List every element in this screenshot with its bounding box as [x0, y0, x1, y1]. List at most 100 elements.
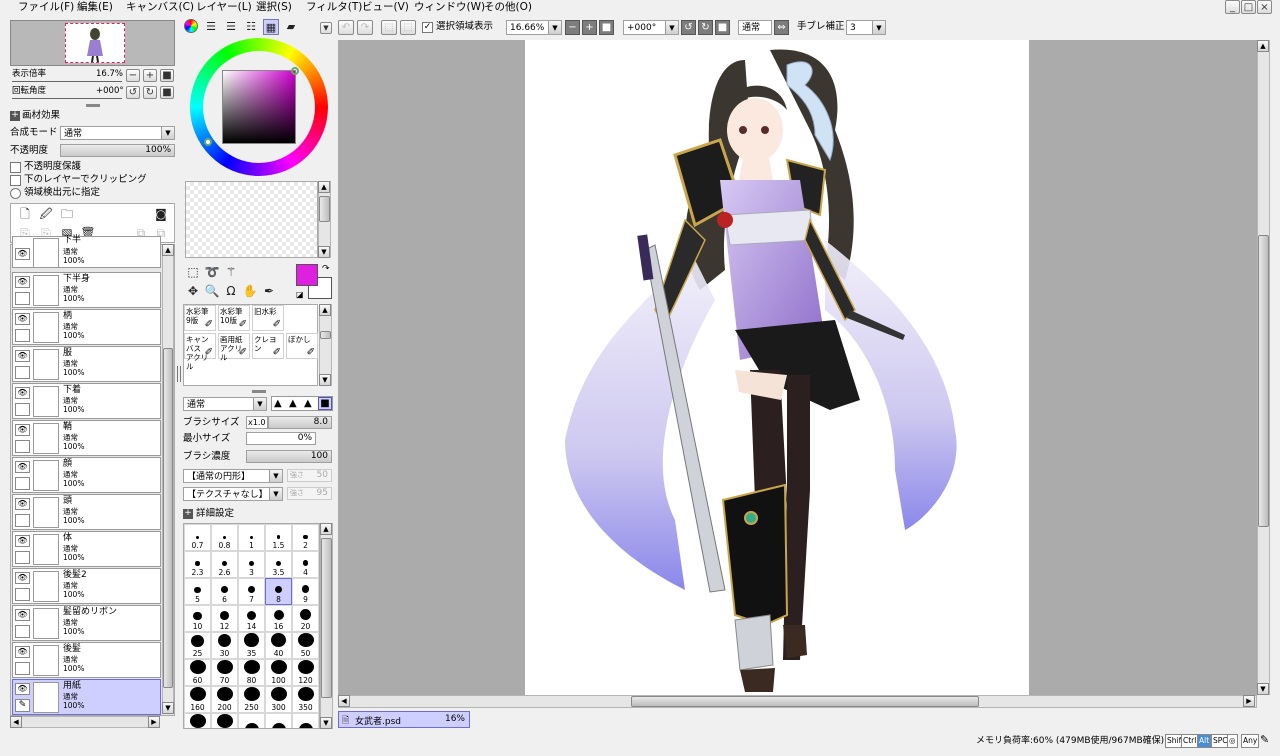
brush-size-cell[interactable]: 2.3: [184, 551, 211, 578]
brush-size-cell[interactable]: 80: [238, 659, 265, 686]
eye-icon[interactable]: 👁: [15, 609, 30, 621]
brush-size-cell[interactable]: 4: [292, 551, 319, 578]
eye-icon[interactable]: 👁: [15, 387, 30, 399]
texture-strength-slider[interactable]: 強さ 95: [287, 487, 332, 500]
invert-selection-button[interactable]: ⬚: [400, 20, 416, 35]
color-panel-dropdown[interactable]: ▼: [320, 22, 332, 34]
canvas-paper[interactable]: [525, 40, 1029, 695]
new-linework-layer-icon[interactable]: 🖉: [38, 206, 54, 222]
brush-size-cell[interactable]: 35: [238, 632, 265, 659]
eye-icon[interactable]: 👁: [15, 461, 30, 473]
brush-tool-watercolor-9[interactable]: 水彩筆 9版 ✐: [184, 305, 216, 331]
navigator-preview[interactable]: [10, 20, 175, 66]
brush-size-cell[interactable]: 1.5: [265, 524, 292, 551]
scroll-left-icon[interactable]: ◀: [10, 716, 22, 728]
brush-size-cell[interactable]: 400: [184, 713, 211, 728]
reset-colors-icon[interactable]: ◪: [296, 290, 304, 299]
tool-splitter-handle[interactable]: [252, 390, 266, 393]
scroll-up-icon[interactable]: ▲: [320, 523, 332, 535]
scroll-down-icon[interactable]: ▼: [162, 702, 174, 714]
brush-size-cell[interactable]: 70: [211, 659, 238, 686]
lock-slot[interactable]: [15, 329, 30, 342]
canvas-vscrollbar[interactable]: ▲ ▼: [1257, 40, 1270, 695]
eyedropper-icon[interactable]: ✒: [261, 283, 277, 299]
saturation-value-square[interactable]: [222, 67, 299, 144]
swatch-scrollbar[interactable]: ▲ ▼: [318, 181, 331, 258]
brush-size-cell[interactable]: 120: [292, 659, 319, 686]
brush-size-cell[interactable]: 10: [184, 605, 211, 632]
zoom-reset-button[interactable]: ■: [160, 69, 174, 82]
edge-medium-icon[interactable]: ▲: [289, 398, 297, 409]
lasso-icon[interactable]: ➰: [204, 264, 220, 280]
panel-splitter[interactable]: [177, 366, 181, 382]
scroll-left-icon[interactable]: ◀: [338, 695, 350, 707]
minimize-button[interactable]: _: [1225, 0, 1240, 14]
brush-size-cell[interactable]: 9: [292, 578, 319, 605]
brush-size-cell[interactable]: 1: [238, 524, 265, 551]
brush-tool-watercolor-10[interactable]: 水彩筆 10版 ✐: [218, 305, 250, 331]
brush-size-cell[interactable]: 12: [211, 605, 238, 632]
canvas-viewport[interactable]: [338, 40, 1257, 695]
brush-tool-canvas-acrylic[interactable]: キャンバス アクリル ✐: [184, 333, 216, 371]
menu-file[interactable]: ファイル(F): [18, 0, 74, 14]
protect-opacity-checkbox[interactable]: [10, 162, 21, 173]
brush-size-cell[interactable]: 500: [211, 713, 238, 728]
lock-slot[interactable]: [15, 440, 30, 453]
brush-tool-paper-acrylic[interactable]: 画用紙 アクリル ✐: [218, 333, 250, 362]
brush-size-cell[interactable]: 16: [265, 605, 292, 632]
swatches-tab-icon[interactable]: ▦: [263, 19, 279, 35]
canvas-angle-select[interactable]: +000° ▼: [623, 20, 679, 35]
brush-size-cell[interactable]: 8: [265, 578, 292, 605]
brush-size-scrollbar[interactable]: ▲ ▼: [320, 523, 333, 729]
deselect-button[interactable]: ⬚: [381, 20, 397, 35]
min-size-slider[interactable]: 0%: [246, 432, 316, 445]
lock-slot[interactable]: [15, 551, 30, 564]
brush-tool-old-watercolor[interactable]: 旧水彩 ✐: [252, 305, 284, 331]
brush-size-cell[interactable]: 30: [211, 632, 238, 659]
hsv-slider-tab-icon[interactable]: ☰: [223, 19, 239, 35]
brush-tool-crayon[interactable]: クレヨン ✐: [252, 333, 284, 359]
zoom-icon[interactable]: 🔍: [204, 283, 220, 299]
effects-expand-icon[interactable]: +: [10, 111, 20, 121]
lock-slot[interactable]: [15, 662, 30, 675]
canvas-hscrollbar[interactable]: ◀ ▶: [338, 695, 1257, 708]
eye-icon[interactable]: 👁: [15, 248, 30, 260]
lock-slot[interactable]: [15, 514, 30, 527]
navigator-viewport[interactable]: [65, 23, 125, 63]
eye-icon[interactable]: 👁: [15, 350, 30, 362]
rotate-left-button[interactable]: ↺: [126, 86, 140, 99]
brush-size-cell[interactable]: 200: [211, 686, 238, 713]
layer-row[interactable]: 👁 後髪2 通常 100%: [12, 568, 161, 604]
scroll-up-icon[interactable]: ▲: [1257, 40, 1269, 52]
swap-colors-icon[interactable]: ↷: [322, 264, 330, 274]
lock-slot[interactable]: [15, 588, 30, 601]
brush-size-cell[interactable]: 40: [265, 632, 292, 659]
show-selection-checkbox[interactable]: ✓: [422, 22, 433, 33]
brush-size-cell[interactable]: 2.6: [211, 551, 238, 578]
pen-icon[interactable]: ✎: [15, 699, 30, 712]
opacity-slider[interactable]: 100%: [60, 144, 175, 157]
rotate-right-button[interactable]: ↻: [143, 86, 157, 99]
eye-icon[interactable]: 👁: [15, 498, 30, 510]
lock-slot[interactable]: [15, 292, 30, 305]
canvas-zoom-in-button[interactable]: +: [582, 20, 597, 35]
scroll-down-icon[interactable]: ▼: [1257, 683, 1269, 695]
brush-size-cell[interactable]: 6: [211, 578, 238, 605]
rect-select-icon[interactable]: ⬚: [185, 264, 201, 280]
edge-hard-icon[interactable]: ▲: [304, 398, 312, 409]
menu-canvas[interactable]: キャンバス(C): [126, 0, 194, 14]
angle-slider[interactable]: [12, 95, 122, 99]
zoom-out-button[interactable]: −: [126, 69, 140, 82]
eye-icon[interactable]: 👁: [15, 313, 30, 325]
redo-button[interactable]: ↷: [357, 20, 373, 35]
brush-size-multiplier[interactable]: x1.0: [246, 416, 268, 429]
canvas-rotate-right-button[interactable]: ↻: [698, 20, 713, 35]
scroll-down-icon[interactable]: ▼: [318, 246, 330, 258]
menu-other[interactable]: その他(O): [484, 0, 532, 14]
brush-size-cell[interactable]: 14: [238, 605, 265, 632]
flip-horizontal-button[interactable]: ⇔: [774, 20, 789, 35]
splitter-handle[interactable]: [86, 104, 100, 107]
menu-window[interactable]: ウィンドウ(W): [414, 0, 485, 14]
brush-blend-select[interactable]: 通常 ▼: [183, 397, 267, 411]
density-slider[interactable]: 100: [246, 450, 332, 463]
